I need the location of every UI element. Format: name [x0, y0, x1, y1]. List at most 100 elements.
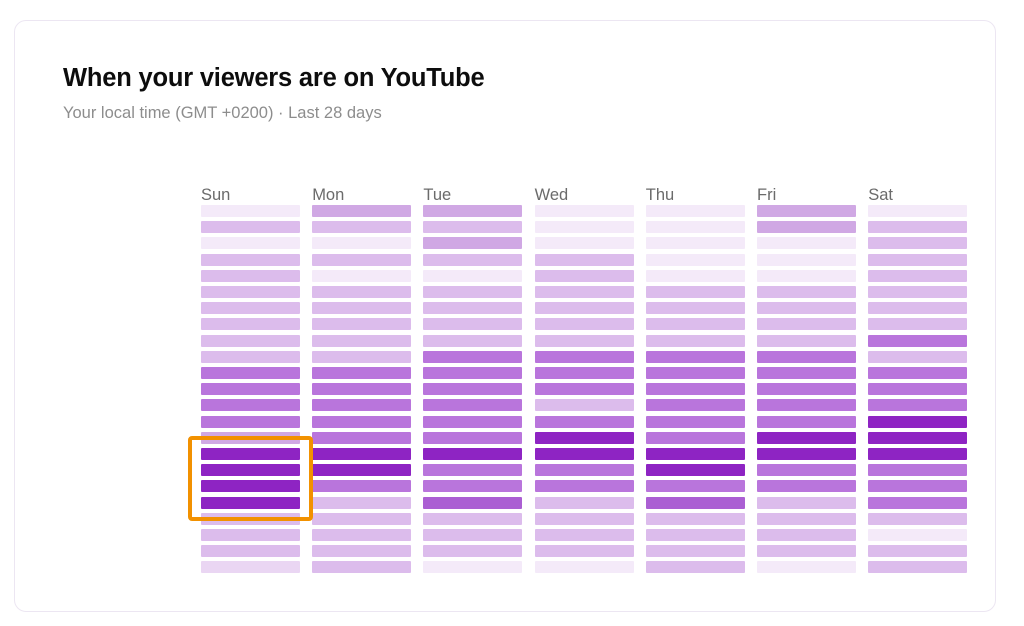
heatmap-cell[interactable] — [312, 237, 412, 250]
heatmap-cell[interactable] — [312, 334, 412, 347]
heatmap-cell[interactable] — [201, 367, 300, 379]
heatmap-cell[interactable] — [645, 318, 745, 331]
heatmap-cell[interactable] — [312, 383, 412, 396]
heatmap-cell[interactable] — [868, 545, 968, 558]
heatmap-cell[interactable] — [312, 415, 412, 428]
heatmap-cell[interactable] — [757, 383, 856, 396]
heatmap-cell[interactable] — [757, 448, 856, 460]
heatmap-cell[interactable] — [757, 334, 856, 347]
heatmap-cell[interactable] — [534, 399, 634, 412]
heatmap-cell[interactable] — [868, 464, 968, 477]
heatmap-cell[interactable] — [312, 448, 412, 460]
heatmap-cell[interactable] — [757, 237, 856, 250]
heatmap-cell[interactable] — [757, 221, 856, 234]
heatmap-cell[interactable] — [645, 334, 745, 347]
heatmap-cell[interactable] — [868, 480, 968, 493]
heatmap-cell[interactable] — [868, 529, 968, 541]
heatmap-cell[interactable] — [423, 561, 523, 574]
heatmap-cell[interactable] — [201, 496, 300, 509]
heatmap-cell[interactable] — [423, 286, 523, 298]
heatmap-cell[interactable] — [645, 480, 745, 493]
heatmap-cell[interactable] — [312, 367, 412, 379]
heatmap-cell[interactable] — [645, 448, 745, 460]
heatmap-cell[interactable] — [423, 253, 523, 266]
heatmap-cell[interactable] — [312, 302, 412, 315]
heatmap-cell[interactable] — [312, 431, 412, 444]
heatmap-cell[interactable] — [312, 399, 412, 412]
heatmap-cell[interactable] — [868, 561, 968, 574]
heatmap-cell[interactable] — [423, 221, 523, 234]
heatmap-cell[interactable] — [201, 302, 300, 315]
heatmap-cell[interactable] — [312, 561, 412, 574]
heatmap-cell[interactable] — [423, 318, 523, 331]
heatmap-cell[interactable] — [201, 237, 300, 250]
heatmap-cell[interactable] — [312, 480, 412, 493]
heatmap-cell[interactable] — [201, 286, 300, 298]
heatmap-cell[interactable] — [645, 237, 745, 250]
heatmap-cell[interactable] — [868, 237, 968, 250]
heatmap-cell[interactable] — [201, 415, 300, 428]
heatmap-cell[interactable] — [201, 431, 300, 444]
heatmap-cell[interactable] — [312, 496, 412, 509]
heatmap-cell[interactable] — [312, 464, 412, 477]
heatmap-cell[interactable] — [757, 350, 856, 363]
heatmap-cell[interactable] — [645, 302, 745, 315]
heatmap-cell[interactable] — [423, 269, 523, 282]
heatmap-cell[interactable] — [312, 350, 412, 363]
heatmap-cell[interactable] — [534, 221, 634, 234]
heatmap-cell[interactable] — [534, 561, 634, 574]
heatmap-cell[interactable] — [757, 496, 856, 509]
heatmap-cell[interactable] — [312, 205, 412, 217]
heatmap-cell[interactable] — [312, 512, 412, 525]
heatmap-cell[interactable] — [423, 448, 523, 460]
heatmap-cell[interactable] — [423, 367, 523, 379]
heatmap-cell[interactable] — [201, 350, 300, 363]
heatmap-cell[interactable] — [201, 253, 300, 266]
heatmap-cell[interactable] — [868, 253, 968, 266]
heatmap-cell[interactable] — [201, 480, 300, 493]
heatmap-cell[interactable] — [201, 205, 300, 217]
heatmap-cell[interactable] — [645, 512, 745, 525]
heatmap-cell[interactable] — [534, 512, 634, 525]
heatmap-cell[interactable] — [534, 496, 634, 509]
heatmap-cell[interactable] — [312, 318, 412, 331]
heatmap-cell[interactable] — [312, 269, 412, 282]
heatmap-cell[interactable] — [534, 383, 634, 396]
heatmap-cell[interactable] — [312, 221, 412, 234]
heatmap-cell[interactable] — [534, 286, 634, 298]
heatmap-cell[interactable] — [757, 205, 856, 217]
heatmap-cell[interactable] — [757, 545, 856, 558]
heatmap-cell[interactable] — [645, 383, 745, 396]
heatmap-cell[interactable] — [312, 545, 412, 558]
heatmap-cell[interactable] — [868, 269, 968, 282]
heatmap-cell[interactable] — [201, 545, 300, 558]
heatmap-cell[interactable] — [757, 480, 856, 493]
heatmap-cell[interactable] — [534, 367, 634, 379]
heatmap-cell[interactable] — [423, 464, 523, 477]
heatmap-cell[interactable] — [534, 350, 634, 363]
heatmap-cell[interactable] — [757, 529, 856, 541]
heatmap-cell[interactable] — [534, 448, 634, 460]
heatmap-cell[interactable] — [423, 205, 523, 217]
heatmap-cell[interactable] — [201, 561, 300, 574]
heatmap-cell[interactable] — [423, 399, 523, 412]
heatmap-cell[interactable] — [312, 286, 412, 298]
heatmap-cell[interactable] — [423, 334, 523, 347]
heatmap-cell[interactable] — [645, 253, 745, 266]
heatmap-cell[interactable] — [312, 529, 412, 541]
heatmap-cell[interactable] — [423, 529, 523, 541]
heatmap-cell[interactable] — [534, 545, 634, 558]
heatmap-cell[interactable] — [423, 431, 523, 444]
heatmap-cell[interactable] — [645, 545, 745, 558]
heatmap-cell[interactable] — [645, 415, 745, 428]
heatmap-cell[interactable] — [757, 464, 856, 477]
heatmap-cell[interactable] — [757, 415, 856, 428]
heatmap-cell[interactable] — [868, 448, 968, 460]
heatmap-cell[interactable] — [534, 464, 634, 477]
heatmap-cell[interactable] — [868, 415, 968, 428]
heatmap-cell[interactable] — [201, 399, 300, 412]
heatmap-cell[interactable] — [534, 302, 634, 315]
heatmap-cell[interactable] — [868, 350, 968, 363]
heatmap-cell[interactable] — [868, 383, 968, 396]
heatmap-cell[interactable] — [645, 205, 745, 217]
